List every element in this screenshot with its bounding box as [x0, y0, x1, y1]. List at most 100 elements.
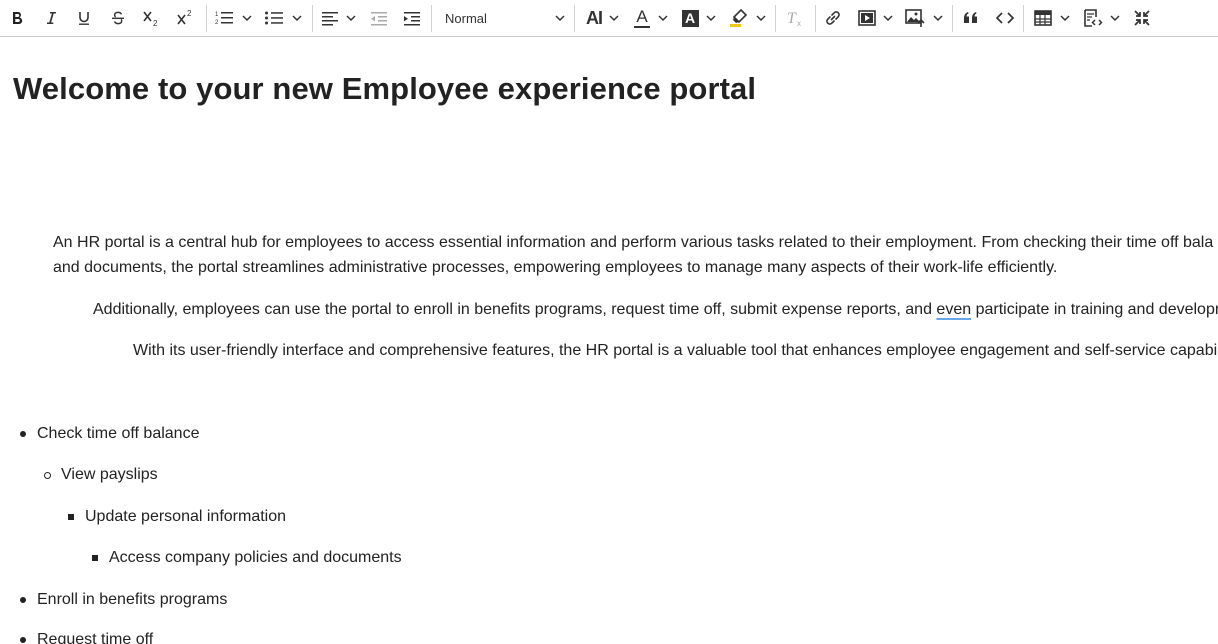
list-item: View payslips — [44, 465, 158, 485]
background-color-dropdown[interactable] — [706, 5, 716, 31]
outdent-icon — [371, 12, 387, 26]
italic-icon — [47, 12, 56, 24]
indent-button[interactable] — [400, 5, 424, 31]
quote-icon — [964, 12, 977, 23]
background-color-icon: A — [681, 9, 699, 27]
source-editing-button[interactable] — [1080, 5, 1106, 31]
bulleted-list-button[interactable] — [262, 5, 286, 31]
strikethrough-icon — [112, 11, 124, 25]
toolbar-separator — [952, 5, 953, 32]
svg-text:1: 1 — [215, 12, 219, 18]
insert-image-dropdown[interactable] — [933, 5, 943, 31]
source-editing-dropdown[interactable] — [1110, 5, 1120, 31]
list-item: Enroll in benefits programs — [20, 590, 228, 610]
bulleted-list-icon — [265, 11, 283, 25]
insert-table-button[interactable] — [1031, 5, 1055, 31]
list-bullet — [44, 472, 51, 479]
insert-image-button[interactable] — [902, 5, 928, 31]
editor-content[interactable]: Welcome to your new Employee experience … — [0, 38, 1218, 644]
code-block-button[interactable] — [993, 5, 1017, 31]
block-quote-button[interactable] — [959, 5, 983, 31]
font-size-icon: AI — [586, 7, 603, 28]
underline-button[interactable] — [73, 5, 95, 31]
font-color-swatch — [634, 25, 650, 28]
numbered-list-button[interactable]: 12 — [212, 5, 236, 31]
heading-select[interactable]: Normal — [437, 5, 569, 31]
insert-table-dropdown[interactable] — [1060, 5, 1070, 31]
remove-format-button[interactable]: Tx — [783, 5, 807, 31]
chevron-down-icon — [1060, 15, 1070, 22]
editor-toolbar: 2 2 12 Normal AI A A T x — [0, 0, 1218, 37]
additional-paragraph-end: participate in training and developr — [971, 301, 1218, 318]
subscript-button[interactable]: 2 — [140, 5, 164, 31]
font-color-icon: A — [636, 6, 648, 26]
list-bullet — [92, 555, 98, 561]
chevron-down-icon — [1110, 15, 1120, 22]
chevron-down-icon — [658, 15, 668, 22]
chevron-down-icon — [609, 15, 619, 22]
list-item: Check time off balance — [20, 424, 199, 444]
svg-text:x: x — [797, 19, 801, 27]
list-item-text: View payslips — [61, 466, 158, 483]
underline-icon — [79, 12, 89, 25]
subscript-icon: 2 — [143, 11, 158, 27]
collapse-icon — [1134, 10, 1150, 26]
superscript-button[interactable]: 2 — [174, 5, 198, 31]
italic-button[interactable] — [40, 5, 62, 31]
bulleted-list-dropdown[interactable] — [292, 5, 302, 31]
svg-text:2: 2 — [187, 9, 192, 18]
highlight-dropdown[interactable] — [756, 5, 766, 31]
background-color-button[interactable]: A — [678, 5, 702, 31]
indent-icon — [404, 12, 420, 26]
svg-text:2: 2 — [153, 19, 158, 27]
numbered-list-dropdown[interactable] — [242, 5, 252, 31]
font-size-dropdown[interactable] — [609, 5, 619, 31]
list-item: Request time off — [20, 630, 154, 644]
spellcheck-word[interactable]: even — [936, 301, 971, 318]
list-item-text: Update personal information — [85, 508, 287, 525]
strikethrough-button[interactable] — [107, 5, 129, 31]
exit-fullscreen-button[interactable] — [1130, 5, 1154, 31]
toolbar-separator — [574, 5, 575, 32]
bold-button[interactable] — [6, 5, 28, 31]
list-item-text: Enroll in benefits programs — [37, 591, 228, 608]
heading-select-dropdown[interactable] — [555, 5, 565, 31]
image-upload-icon — [905, 9, 925, 27]
insert-media-dropdown[interactable] — [883, 5, 893, 31]
chevron-down-icon — [756, 15, 766, 22]
list-item-text: Request time off — [37, 631, 154, 644]
list-bullet — [68, 514, 74, 520]
additional-paragraph-start: Additionally, employees can use the port… — [93, 301, 937, 318]
font-color-button[interactable]: A — [630, 5, 654, 31]
align-left-icon — [322, 12, 338, 26]
chevron-down-icon — [883, 15, 893, 22]
remove-format-icon: Tx — [787, 10, 801, 27]
numbered-list-icon: 12 — [215, 12, 233, 26]
intro-paragraph: An HR portal is a central hub for employ… — [53, 230, 1213, 280]
chevron-down-icon — [346, 15, 356, 22]
toolbar-separator — [775, 5, 776, 32]
font-size-button[interactable]: AI — [581, 5, 607, 31]
svg-text:2: 2 — [215, 20, 219, 26]
highlight-button[interactable] — [727, 5, 751, 31]
chevron-down-icon — [706, 15, 716, 22]
insert-media-button[interactable] — [855, 5, 879, 31]
list-bullet — [20, 637, 26, 643]
chevron-down-icon — [555, 15, 565, 22]
link-icon — [826, 11, 840, 25]
chevron-down-icon — [292, 15, 302, 22]
media-icon — [858, 10, 876, 26]
insert-link-button[interactable] — [821, 5, 845, 31]
list-bullet — [20, 597, 26, 603]
superscript-icon: 2 — [177, 9, 192, 25]
features-paragraph-text: With its user-friendly interface and com… — [133, 342, 1218, 359]
text-align-button[interactable] — [318, 5, 342, 31]
additional-paragraph: Additionally, employees can use the port… — [93, 297, 1218, 322]
highlighter-icon — [730, 8, 748, 27]
code-icon — [995, 12, 1015, 24]
text-align-dropdown[interactable] — [346, 5, 356, 31]
page-title: Welcome to your new Employee experience … — [13, 71, 757, 106]
outdent-button[interactable] — [367, 5, 391, 31]
font-color-dropdown[interactable] — [658, 5, 668, 31]
toolbar-separator — [431, 5, 432, 32]
